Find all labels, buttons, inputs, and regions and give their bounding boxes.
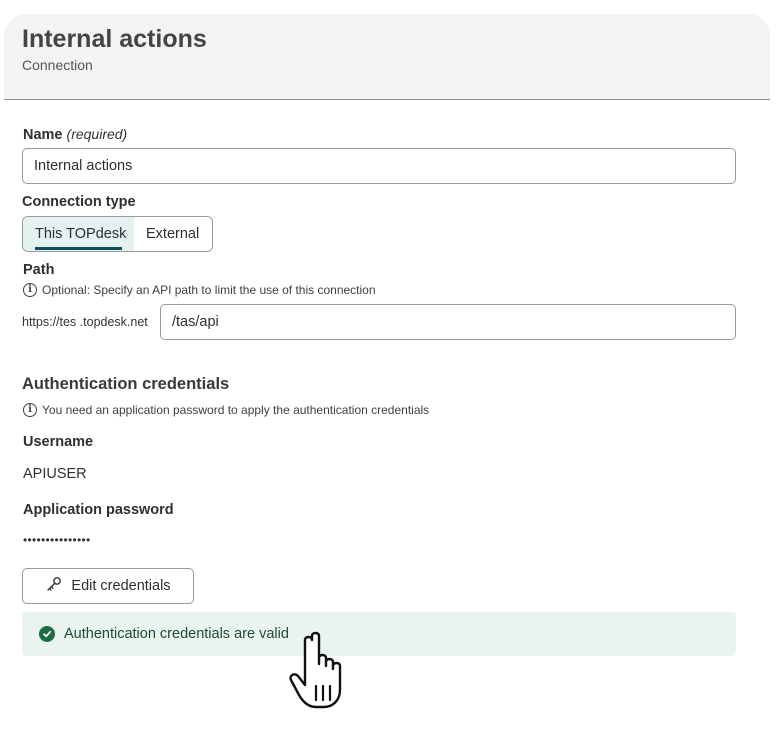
connection-type-option-external[interactable]: External [134, 217, 199, 251]
hand-pointer-cursor [286, 630, 364, 712]
path-hint: i Optional: Specify an API path to limit… [23, 283, 376, 297]
required-indicator: (required) [66, 126, 128, 142]
edit-credentials-label: Edit credentials [71, 578, 171, 594]
page-subtitle: Connection [22, 57, 93, 73]
info-icon: i [23, 283, 37, 297]
connection-type-toggle: This TOPdesk External [22, 216, 213, 252]
name-label: Name (required) [23, 126, 127, 143]
path-input[interactable]: /tas/api [160, 304, 736, 340]
connection-type-label: Connection type [22, 194, 136, 210]
name-input-value: Internal actions [34, 158, 133, 174]
username-label: Username [23, 434, 94, 450]
check-circle-icon [39, 626, 55, 642]
auth-status-text: Authentication credentials are valid [64, 626, 289, 642]
path-label: Path [23, 262, 55, 278]
path-hint-text: Optional: Specify an API path to limit t… [42, 283, 376, 297]
page-header: Internal actions Connection [4, 14, 770, 100]
auth-hint: i You need an application password to ap… [23, 403, 429, 417]
auth-hint-text: You need an application password to appl… [42, 403, 430, 417]
auth-section-title: Authentication credentials [22, 375, 230, 393]
path-prefix: https://tes .topdesk.net [22, 315, 148, 329]
name-label-text: Name [23, 127, 63, 143]
name-input[interactable]: Internal actions [22, 148, 736, 184]
password-label: Application password [23, 502, 174, 518]
connection-type-option-this-topdesk[interactable]: This TOPdesk [23, 217, 134, 251]
key-icon [45, 575, 63, 597]
info-icon: i [23, 403, 37, 417]
auth-status-banner: Authentication credentials are valid [22, 612, 736, 656]
page-title: Internal actions [22, 25, 207, 53]
path-input-value: /tas/api [172, 314, 219, 330]
edit-credentials-button[interactable]: Edit credentials [22, 568, 194, 604]
password-value: ••••••••••••••• [23, 533, 91, 547]
username-value: APIUSER [23, 466, 87, 482]
